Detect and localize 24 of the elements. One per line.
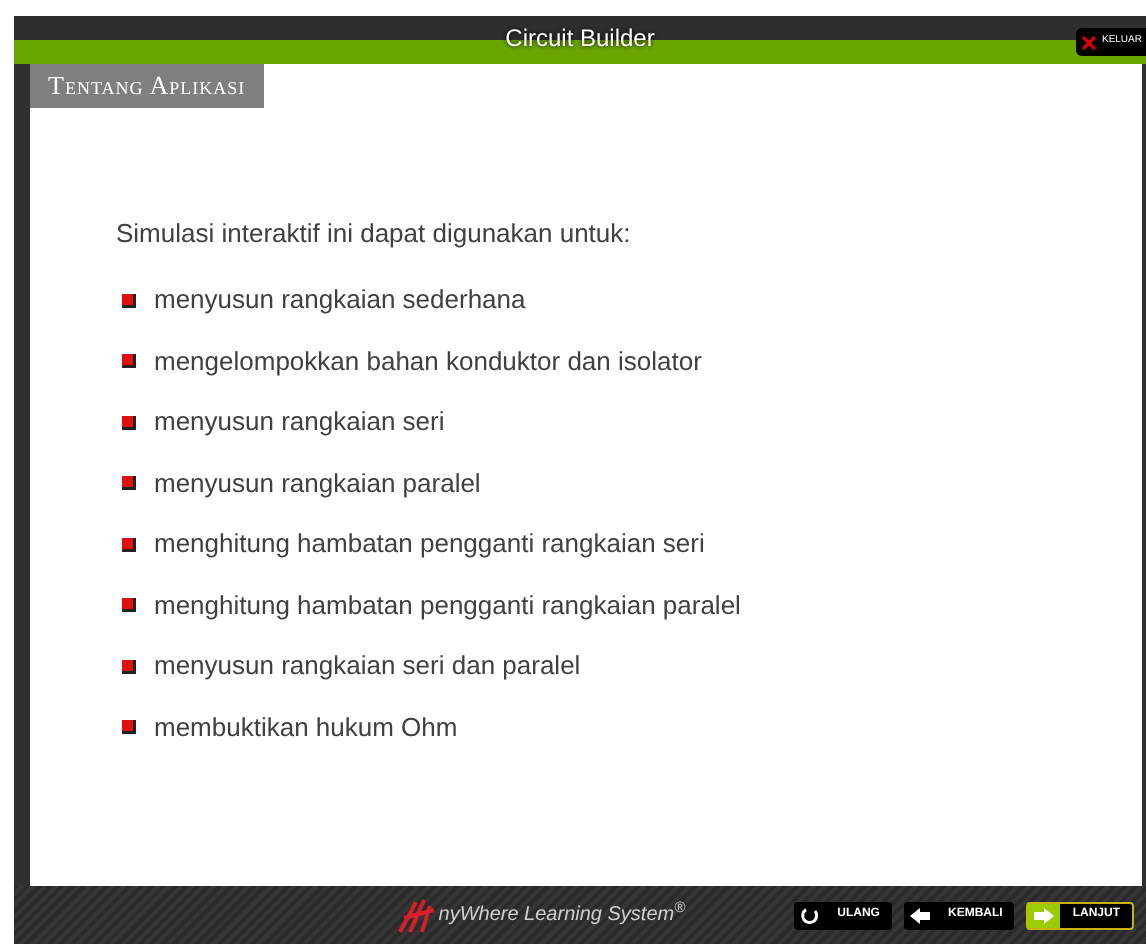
list-item: membuktikan hukum Ohm [154, 709, 458, 746]
bullet-icon [122, 537, 136, 551]
bullet-icon [122, 598, 136, 612]
section-title: Tentang Aplikasi [30, 64, 264, 108]
bullet-icon [122, 720, 136, 734]
list-item: mengelompokkan bahan konduktor dan isolator [154, 343, 702, 380]
right-arrow-icon [1034, 907, 1055, 923]
list-item: menghitung hambatan pengganti rangkaian paralel [154, 587, 741, 624]
list-item: menyusun rangkaian seri dan paralel [154, 648, 581, 685]
list-item: menghitung hambatan pengganti rangkaian seri [154, 526, 705, 563]
bullet-icon [122, 659, 136, 673]
list-item: menyusun rangkaian paralel [154, 465, 481, 502]
intro-text: Simulasi interaktif ini dapat digunakan untuk: [116, 218, 633, 250]
list-item: menyusun rangkaian seri [154, 404, 445, 441]
logo-text: nyWhere Learning System$^{®}$ [438, 900, 686, 930]
close-icon [1081, 35, 1096, 49]
bullet-icon [122, 293, 136, 307]
bullet-icon [122, 415, 136, 429]
list-item: menyusun rangkaian sederhana [154, 282, 526, 319]
reload-icon [799, 905, 820, 925]
bullet-icon [122, 354, 136, 368]
logo-icon [398, 897, 439, 933]
bullet-icon [122, 476, 136, 490]
left-arrow-icon [909, 907, 930, 923]
